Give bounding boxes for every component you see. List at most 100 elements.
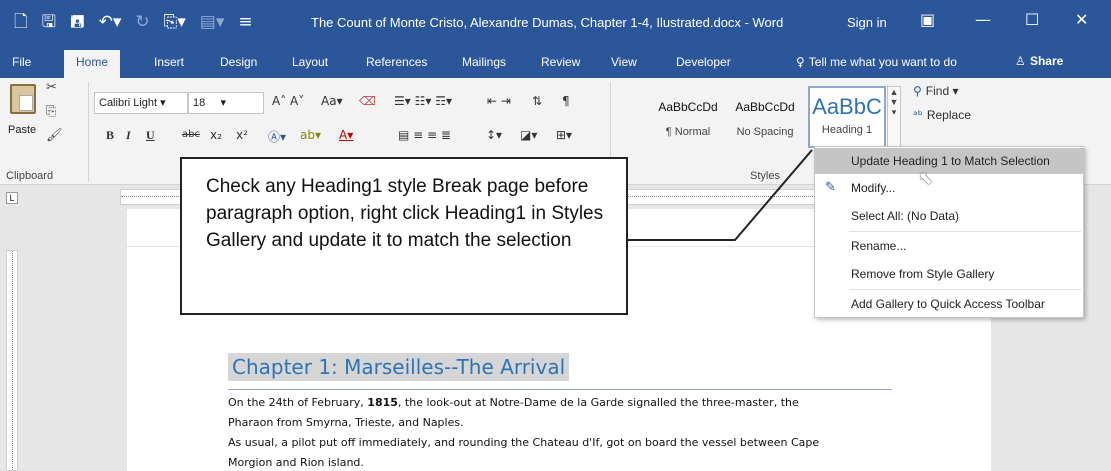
- style-sample: AaBbCcDd: [735, 100, 795, 114]
- vertical-ruler[interactable]: [6, 250, 18, 471]
- text-effects-icon[interactable]: Ⓐ▾: [268, 128, 286, 145]
- style-label: ¶ Normal: [665, 126, 711, 138]
- clear-formatting-icon[interactable]: ⌫: [359, 94, 376, 108]
- replace-icon: ᵃᵇ: [913, 108, 923, 122]
- style-label: Heading 1: [821, 124, 873, 136]
- menu-label: Remove from Style Gallery: [851, 267, 995, 281]
- para-text: , the look-out at Notre-Dame de la Garde…: [397, 396, 799, 409]
- bold-icon[interactable]: B: [106, 128, 114, 143]
- save-icon[interactable]: 🖫: [42, 12, 56, 32]
- new-document-icon[interactable]: 🗋: [14, 12, 28, 32]
- ribbon-display-options-icon[interactable]: ▣: [920, 10, 935, 29]
- lightbulb-icon: ♀: [796, 55, 805, 69]
- tab-review[interactable]: Review: [541, 55, 580, 69]
- tab-insert[interactable]: Insert: [154, 55, 184, 69]
- heading-underline: [228, 389, 892, 390]
- bullets-icon[interactable]: ☰▾ ☷▾ ☶▾: [394, 94, 452, 108]
- ribbon-tabs: File Home Insert Design Layout Reference…: [0, 48, 1111, 78]
- group-divider: [88, 82, 89, 182]
- subscript-icon[interactable]: x₂: [210, 128, 222, 142]
- replace-label: Replace: [926, 108, 971, 122]
- sort-icon[interactable]: ⇅: [532, 94, 542, 108]
- menu-label: Modify...: [851, 181, 896, 195]
- show-marks-icon[interactable]: ¶: [562, 94, 570, 108]
- align-icon[interactable]: ▤ ≡ ≡ ≣: [398, 128, 451, 142]
- strikethrough-icon[interactable]: abc: [182, 129, 200, 140]
- highlight-color-icon[interactable]: ab▾: [300, 128, 321, 142]
- italic-icon[interactable]: I: [126, 128, 131, 143]
- paste-icon[interactable]: [10, 84, 36, 114]
- borders-icon[interactable]: ⊞▾: [556, 128, 572, 142]
- style-context-menu: Update Heading 1 to Match Selection ✎ Mod…: [814, 146, 1084, 318]
- styles-gallery-scroll[interactable]: ▲ ▼ ▾: [887, 86, 901, 148]
- undo-icon[interactable]: ↶▾: [99, 12, 122, 32]
- repeat-icon[interactable]: ▤▾: [200, 12, 225, 32]
- style-label: No Spacing: [736, 126, 794, 138]
- indent-icon[interactable]: ⇤ ⇥: [487, 94, 511, 108]
- menu-update-heading[interactable]: Update Heading 1 to Match Selection: [815, 148, 1083, 174]
- minimize-icon[interactable]: —: [975, 10, 991, 29]
- font-name-value: Calibri Light: [99, 97, 158, 109]
- tab-references[interactable]: References: [366, 55, 427, 69]
- chapter-heading[interactable]: Chapter 1: Marseilles--The Arrival: [228, 353, 570, 381]
- menu-add-gallery-to-qat[interactable]: Add Gallery to Quick Access Toolbar: [815, 291, 1083, 317]
- menu-separator: [849, 289, 1081, 290]
- line-spacing-icon[interactable]: ↕▾: [486, 128, 502, 142]
- style-no-spacing[interactable]: AaBbCcDd No Spacing: [727, 86, 803, 148]
- tab-developer[interactable]: Developer: [676, 55, 731, 69]
- font-size-box[interactable]: 18 ▾: [188, 92, 264, 114]
- grow-font-icon[interactable]: A˄ A˅: [272, 94, 304, 108]
- para-text: Morgion and Rion island.: [228, 456, 364, 469]
- share-button[interactable]: ♙ Share: [1015, 54, 1063, 68]
- find-button[interactable]: ⚲ Find ▾: [913, 84, 959, 98]
- para-year: 1815: [367, 396, 398, 409]
- style-sample: AaBbC: [812, 94, 882, 119]
- tell-me-box[interactable]: ♀ Tell me what you want to do: [796, 55, 957, 69]
- find-label: Find: [925, 84, 950, 98]
- close-icon[interactable]: ✕: [1075, 10, 1088, 29]
- menu-remove-from-gallery[interactable]: Remove from Style Gallery: [815, 261, 1083, 287]
- maximize-icon[interactable]: ☐: [1025, 10, 1039, 29]
- menu-separator: [849, 231, 1081, 232]
- customize-qat-icon[interactable]: ≡: [238, 12, 252, 32]
- menu-rename[interactable]: Rename...: [815, 233, 1083, 259]
- superscript-icon[interactable]: x²: [236, 128, 248, 142]
- sign-in-link[interactable]: Sign in: [847, 15, 887, 30]
- copy-icon[interactable]: ⎘: [46, 104, 56, 119]
- underline-icon[interactable]: U: [146, 128, 155, 143]
- cut-icon[interactable]: ✂: [46, 80, 57, 95]
- instruction-callout: Check any Heading1 style Break page befo…: [180, 157, 628, 315]
- paste-button-label[interactable]: Paste: [8, 124, 36, 136]
- menu-modify[interactable]: ✎ Modify...: [815, 175, 1083, 201]
- tell-me-text: Tell me what you want to do: [808, 55, 957, 69]
- font-color-icon[interactable]: A▾: [339, 128, 353, 142]
- tab-view[interactable]: View: [611, 55, 637, 69]
- tab-mailings[interactable]: Mailings: [462, 55, 506, 69]
- style-heading-1[interactable]: AaBbC Heading 1: [808, 86, 886, 148]
- person-icon: ♙: [1015, 54, 1030, 68]
- tab-selector-icon[interactable]: L: [6, 192, 18, 204]
- save-as-icon[interactable]: 🖪: [70, 12, 84, 32]
- tab-file[interactable]: File: [12, 55, 31, 69]
- format-painter-icon[interactable]: 🖌: [46, 128, 63, 143]
- style-normal[interactable]: AaBbCcDd ¶ Normal: [651, 86, 725, 148]
- tab-design[interactable]: Design: [220, 55, 257, 69]
- tab-home[interactable]: Home: [64, 50, 121, 78]
- replace-button[interactable]: ᵃᵇ Replace: [913, 108, 971, 122]
- menu-label: Rename...: [851, 239, 907, 253]
- redo-icon[interactable]: ↻: [135, 12, 149, 32]
- style-sample: AaBbCcDd: [658, 100, 718, 114]
- para-text: As usual, a pilot put off immediately, a…: [228, 436, 820, 449]
- print-preview-icon[interactable]: ⎘▾: [164, 12, 186, 32]
- font-name-box[interactable]: Calibri Light ▾: [94, 92, 188, 114]
- paragraph-2[interactable]: As usual, a pilot put off immediately, a…: [228, 433, 928, 471]
- menu-select-all[interactable]: Select All: (No Data): [815, 203, 1083, 229]
- clipboard-group-label: Clipboard: [6, 170, 54, 182]
- tab-layout[interactable]: Layout: [292, 55, 328, 69]
- magnifier-icon: ⚲: [913, 84, 922, 98]
- shading-icon[interactable]: ◪▾: [520, 128, 537, 142]
- paragraph-1[interactable]: On the 24th of February, 1815, the look-…: [228, 393, 928, 433]
- change-case-icon[interactable]: Aa▾: [321, 94, 343, 108]
- menu-label: Select All: (No Data): [851, 209, 960, 223]
- quick-access-toolbar: 🗋 🖫 🖪 ↶▾ ↻ ⎘▾ ▤▾ ≡: [14, 12, 253, 32]
